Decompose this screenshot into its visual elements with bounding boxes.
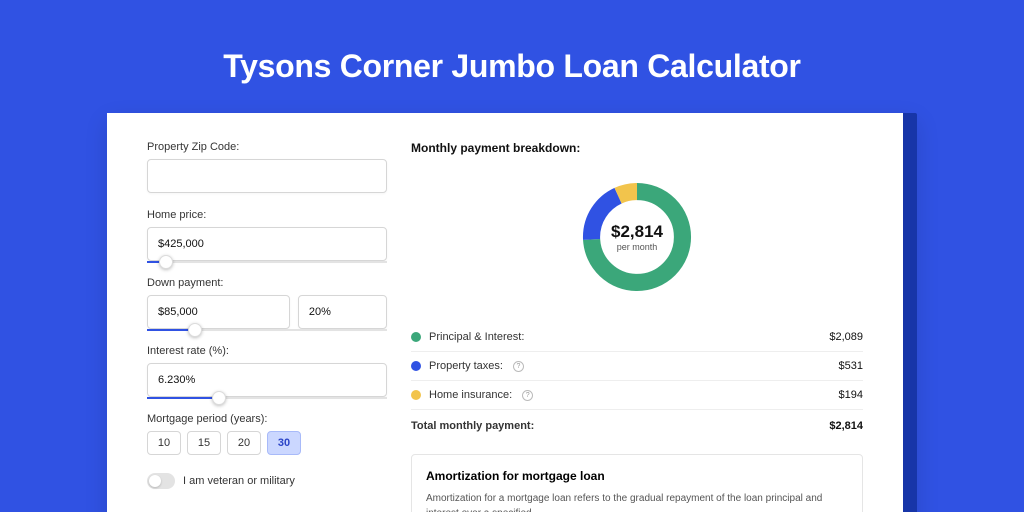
down-payment-pct-input[interactable] <box>298 295 387 329</box>
donut-sub: per month <box>617 242 658 252</box>
legend-row-principal: Principal & Interest: $2,089 <box>411 323 863 352</box>
donut-chart-wrap: $2,814 per month <box>411 167 863 307</box>
amortization-title: Amortization for mortgage loan <box>426 469 848 483</box>
veteran-label: I am veteran or military <box>183 475 295 487</box>
interest-rate-slider-thumb[interactable] <box>212 391 226 405</box>
legend-amount-total: $2,814 <box>829 420 863 432</box>
donut-chart: $2,814 per month <box>577 177 697 297</box>
legend-amount-taxes: $531 <box>839 360 863 372</box>
down-payment-label: Down payment: <box>147 277 387 289</box>
dot-insurance <box>411 390 421 400</box>
legend-amount-principal: $2,089 <box>829 331 863 343</box>
amortization-text: Amortization for a mortgage loan refers … <box>426 491 848 512</box>
veteran-toggle[interactable] <box>147 473 175 489</box>
amortization-box: Amortization for mortgage loan Amortizat… <box>411 454 863 512</box>
home-price-slider[interactable] <box>147 261 387 263</box>
home-price-input[interactable] <box>147 227 387 261</box>
info-icon[interactable]: ? <box>522 390 533 401</box>
calculator-card: Property Zip Code: Home price: Down paym… <box>107 113 903 512</box>
legend-label-insurance: Home insurance: <box>429 389 512 401</box>
period-option-10[interactable]: 10 <box>147 431 181 455</box>
dot-taxes <box>411 361 421 371</box>
legend-row-total: Total monthly payment: $2,814 <box>411 410 863 440</box>
down-payment-slider[interactable] <box>147 329 387 331</box>
mortgage-period-group: 10 15 20 30 <box>147 431 387 455</box>
down-payment-amount-input[interactable] <box>147 295 290 329</box>
down-payment-slider-thumb[interactable] <box>188 323 202 337</box>
veteran-toggle-knob <box>149 475 161 487</box>
legend-label-taxes: Property taxes: <box>429 360 503 372</box>
period-option-15[interactable]: 15 <box>187 431 221 455</box>
period-option-20[interactable]: 20 <box>227 431 261 455</box>
veteran-row: I am veteran or military <box>147 473 387 489</box>
interest-rate-input[interactable] <box>147 363 387 397</box>
donut-amount: $2,814 <box>611 222 663 242</box>
legend-label-total: Total monthly payment: <box>411 420 534 432</box>
legend-row-insurance: Home insurance: ? $194 <box>411 381 863 410</box>
home-price-slider-thumb[interactable] <box>159 255 173 269</box>
breakdown-column: Monthly payment breakdown: $2,814 per mo… <box>411 141 863 512</box>
zip-input[interactable] <box>147 159 387 193</box>
breakdown-title: Monthly payment breakdown: <box>411 141 863 155</box>
interest-rate-slider[interactable] <box>147 397 387 399</box>
page-title: Tysons Corner Jumbo Loan Calculator <box>0 0 1024 113</box>
donut-center: $2,814 per month <box>577 177 697 297</box>
period-option-30[interactable]: 30 <box>267 431 301 455</box>
zip-label: Property Zip Code: <box>147 141 387 153</box>
card-shadow: Property Zip Code: Home price: Down paym… <box>107 113 917 512</box>
legend-label-principal: Principal & Interest: <box>429 331 524 343</box>
legend-amount-insurance: $194 <box>839 389 863 401</box>
dot-principal <box>411 332 421 342</box>
info-icon[interactable]: ? <box>513 361 524 372</box>
home-price-label: Home price: <box>147 209 387 221</box>
legend-row-taxes: Property taxes: ? $531 <box>411 352 863 381</box>
interest-rate-label: Interest rate (%): <box>147 345 387 357</box>
mortgage-period-label: Mortgage period (years): <box>147 413 387 425</box>
inputs-column: Property Zip Code: Home price: Down paym… <box>147 141 387 512</box>
